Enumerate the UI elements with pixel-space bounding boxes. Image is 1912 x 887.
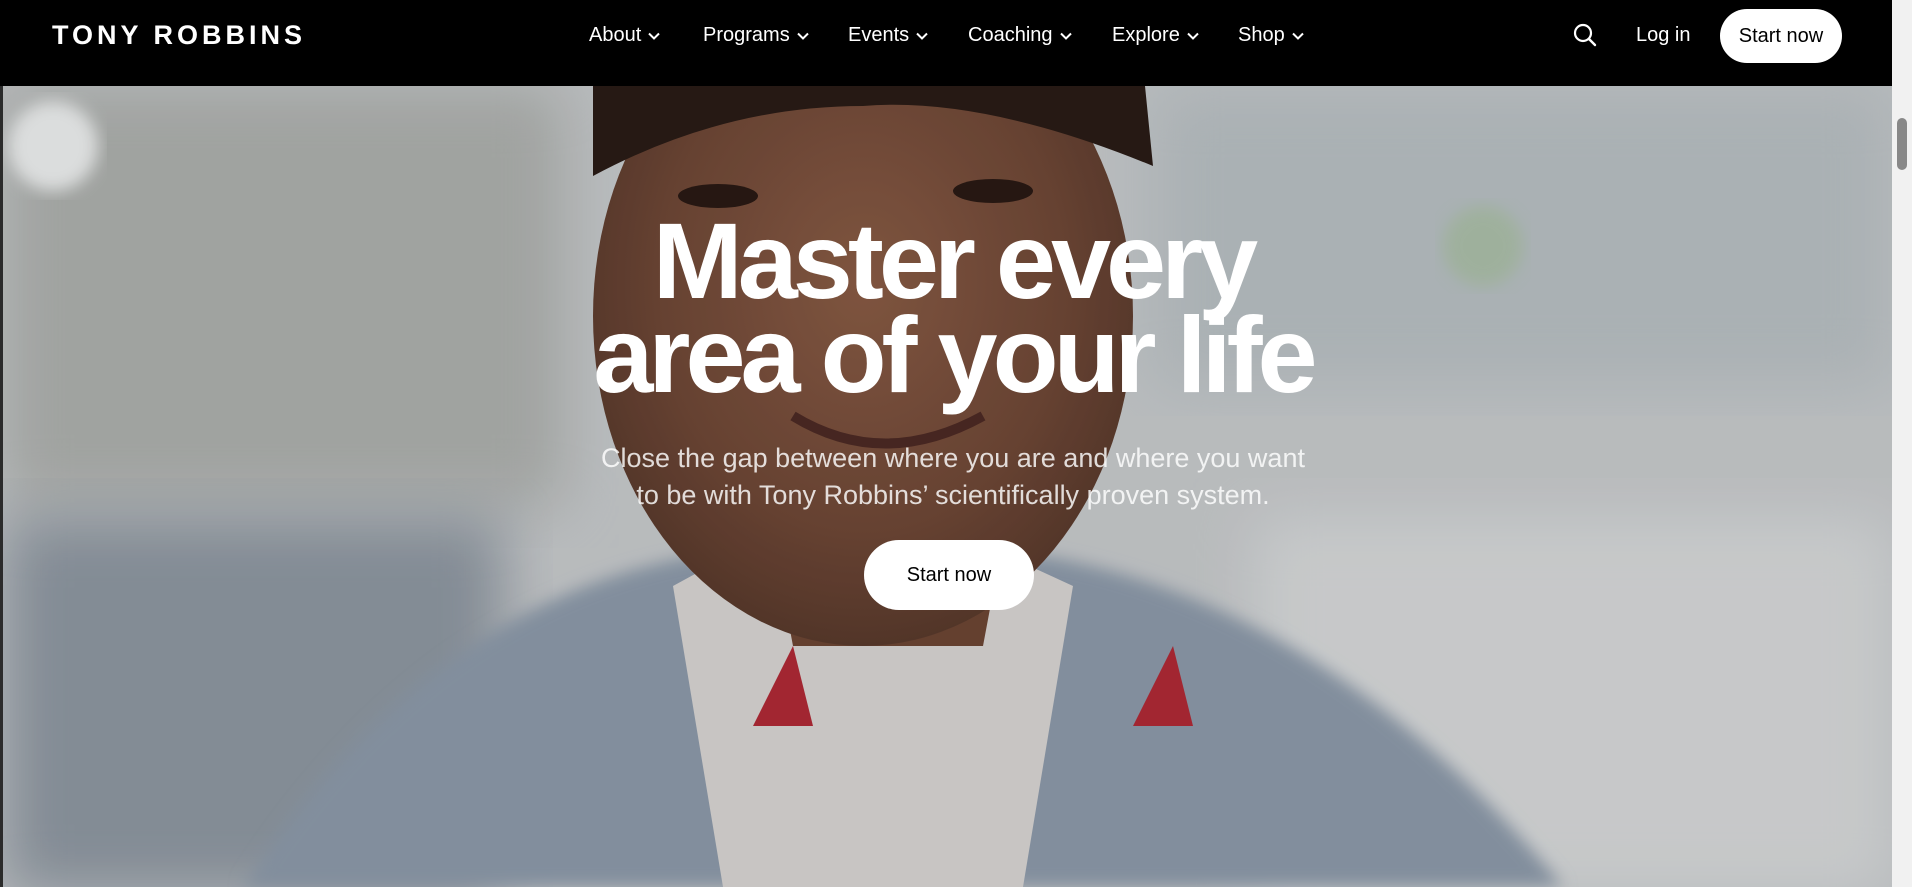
nav-item-about[interactable]: About [589,24,661,47]
nav-item-label: About [589,24,642,46]
hero-start-now-button[interactable]: Start now [864,540,1034,610]
nav-item-shop[interactable]: Shop [1238,24,1305,47]
hero-section: Master every area of your life Close the… [3,86,1892,887]
main-nav: About Programs Events Coaching Explore S… [0,0,1892,86]
nav-item-label: Explore [1112,24,1180,46]
subtitle-line-1: Close the gap between where you are and … [601,443,1305,473]
nav-item-coaching[interactable]: Coaching [968,24,1073,47]
chevron-down-icon [1059,32,1072,40]
headline-line-2: area of your life [593,294,1317,415]
subtitle-line-2: to be with Tony Robbins’ scientifically … [636,480,1270,510]
chevron-down-icon [1187,32,1199,40]
top-navigation-bar: TONY ROBBINS About Programs Events Coach… [0,0,1892,86]
hero-subtitle: Close the gap between where you are and … [563,440,1343,514]
nav-item-label: Shop [1238,24,1285,46]
login-link[interactable]: Log in [1636,24,1691,47]
chevron-down-icon [648,32,660,40]
nav-item-events[interactable]: Events [848,24,929,47]
nav-item-label: Coaching [968,24,1053,46]
nav-item-explore[interactable]: Explore [1112,24,1200,47]
search-icon[interactable] [1572,22,1598,48]
hero-headline: Master every area of your life [543,207,1363,409]
chevron-down-icon [1292,32,1304,40]
nav-item-programs[interactable]: Programs [703,24,810,47]
page-scrollbar[interactable] [1892,0,1912,887]
start-now-button[interactable]: Start now [1720,9,1842,63]
chevron-down-icon [796,32,809,40]
chevron-down-icon [916,32,928,40]
nav-item-label: Events [848,24,910,46]
scrollbar-thumb[interactable] [1897,118,1907,170]
nav-item-label: Programs [703,24,790,46]
